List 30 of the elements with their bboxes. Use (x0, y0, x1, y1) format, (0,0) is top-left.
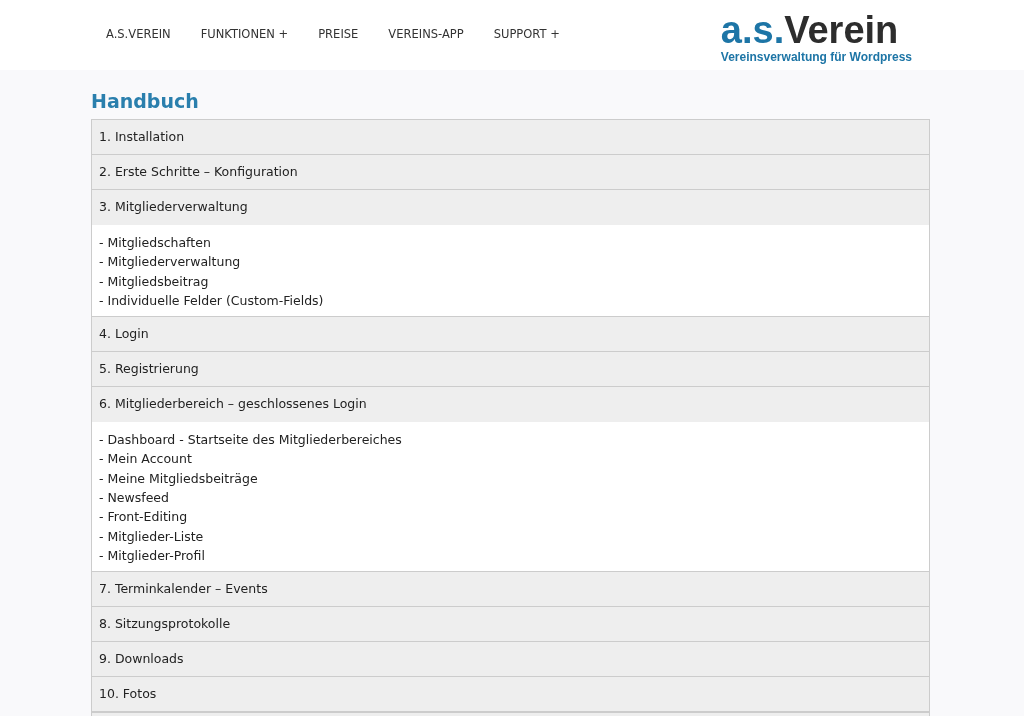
manual-link[interactable]: - Mitglieder-Profil (99, 545, 922, 566)
nav-link[interactable]: PREISE (318, 26, 359, 44)
accordion-header[interactable]: 2. Erste Schritte – Konfiguration (92, 155, 929, 190)
manual-link[interactable]: - Mein Account (99, 449, 922, 469)
manual-link[interactable]: - Mitgliedsbeitrag (99, 271, 922, 291)
accordion-header[interactable]: 7. Terminkalender – Events (92, 572, 929, 608)
accordion-header[interactable]: 3. Mitgliederverwaltung (92, 190, 929, 225)
manual-link[interactable]: - Individuelle Felder (Custom-Fields) (99, 290, 922, 311)
nav-link[interactable]: VEREINS-APP (388, 26, 464, 44)
accordion-header[interactable]: 1. Installation (92, 120, 929, 155)
manual-link[interactable]: - Newsfeed (99, 488, 922, 508)
manual-link[interactable]: - Meine Mitgliedsbeiträge (99, 468, 922, 489)
nav-link[interactable]: SUPPORT + (493, 26, 560, 44)
accordion-header[interactable]: 8. Sitzungsprotokolle (92, 607, 929, 643)
nav-link[interactable]: A.S.VEREIN (106, 26, 171, 44)
accordion-header[interactable]: 9. Downloads (92, 642, 929, 678)
accordion-header[interactable]: 6. Mitgliederbereich – geschlossenes Login (92, 387, 929, 423)
accordion-header[interactable]: 4. Login (92, 317, 929, 353)
manual-link[interactable]: - Mitglieder-Liste (99, 526, 922, 546)
logo-tagline: Vereinsverwaltung für Wordpress (720, 51, 912, 63)
nav-link[interactable]: FUNKTIONEN + (200, 26, 289, 44)
accordion-header[interactable]: 5. Registrierung (92, 352, 929, 388)
manual-link[interactable]: - Dashboard - Startseite des Mitgliederbereiches (99, 430, 922, 450)
accordion-header[interactable]: 10. Fotos (92, 677, 929, 713)
logo-wordmark: a.s.Verein (720, 11, 900, 49)
manual-link[interactable]: - Front-Editing (99, 507, 922, 527)
logo[interactable]: a.s.Verein Vereinsverwaltung für Wordpress (720, 7, 912, 63)
manual-link[interactable]: - Mitgliedschaften (99, 233, 922, 253)
manual-link[interactable]: - Mitgliederverwaltung (99, 252, 922, 272)
page-title: Handbuch (91, 89, 200, 113)
